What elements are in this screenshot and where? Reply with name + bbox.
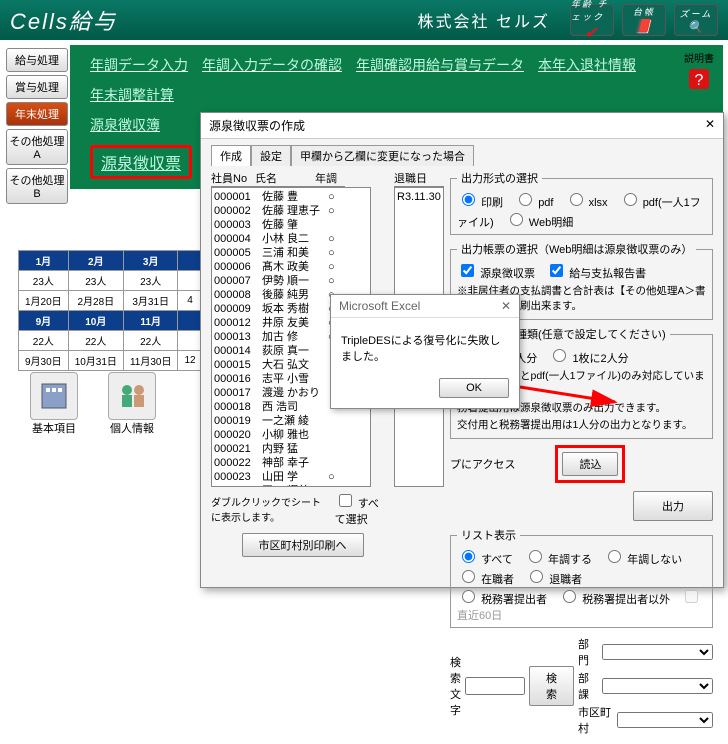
basic-items-button[interactable]: 基本項目	[30, 372, 78, 436]
link-hire-retire[interactable]: 本年入退社情報	[538, 55, 636, 75]
chk-report[interactable]: 給与支払報告書	[546, 268, 646, 280]
withholding-slip-button[interactable]: 源泉徴収票	[90, 145, 192, 179]
link-withholding-book[interactable]: 源泉徴収簿	[90, 115, 160, 135]
flt-all[interactable]: すべて	[457, 554, 513, 566]
dialog-title-text: 源泉徴収票の作成	[209, 117, 305, 134]
read-button-highlight: 読込	[555, 445, 625, 483]
msgbox-title-text: Microsoft Excel	[339, 299, 420, 313]
section-select[interactable]	[602, 678, 713, 694]
output-format-fieldset: 出力形式の選択 印刷 pdf xlsx pdf(一人1ファイル) Web明細	[450, 170, 713, 235]
chk-withholding[interactable]: 源泉徴収票	[457, 268, 535, 280]
tab-settings[interactable]: 設定	[251, 145, 291, 166]
search-button[interactable]: 検索	[529, 666, 574, 706]
opt-web[interactable]: Web明細	[505, 217, 573, 229]
employee-row[interactable]: 000019一之瀬 綾	[214, 414, 368, 428]
people-icon	[114, 378, 150, 414]
print-by-city-button[interactable]: 市区町村別印刷へ	[242, 533, 364, 557]
personal-info-button[interactable]: 個人情報	[108, 372, 156, 436]
bottom-icons: 基本項目 個人情報	[30, 372, 156, 436]
employee-row[interactable]: 000020小柳 雅也	[214, 428, 368, 442]
city-select[interactable]	[617, 712, 713, 728]
tab-create[interactable]: 作成	[211, 145, 251, 166]
opt-print[interactable]: 印刷	[457, 197, 503, 209]
calendar-table: 1月2月3月 23人23人23人 1月20日2月28日3月31日4 9月10月1…	[18, 250, 203, 371]
sidebar-item-other-a[interactable]: その他処理A	[6, 129, 68, 165]
close-icon[interactable]: ✕	[705, 117, 715, 134]
msgbox-close-icon[interactable]: ✕	[501, 299, 511, 313]
employee-row[interactable]: 000005三浦 和美○	[214, 246, 368, 260]
employee-row[interactable]: 000001佐藤 豊○	[214, 190, 368, 204]
error-msgbox: Microsoft Excel ✕ TripleDESによる復号化に失敗しました…	[330, 294, 520, 409]
zoom-button[interactable]: ズーム🔍	[674, 4, 718, 36]
ledger-button[interactable]: 台帳📕	[622, 4, 666, 36]
link-input[interactable]: 年調データ入力	[90, 55, 188, 75]
link-confirm-data[interactable]: 年調確認用給与賞与データ	[356, 55, 524, 75]
sidebar-item-yearend[interactable]: 年末処理	[6, 102, 68, 126]
search-label: 検索文字	[450, 654, 461, 718]
output-button[interactable]: 出力	[633, 491, 713, 521]
search-input[interactable]	[465, 677, 525, 695]
flt-nosubmit[interactable]: 税務署提出者以外	[558, 594, 670, 606]
flt-submit[interactable]: 税務署提出者	[457, 594, 547, 606]
sidebar-item-salary[interactable]: 給与処理	[6, 48, 68, 72]
flt-retired[interactable]: 退職者	[525, 574, 582, 586]
employee-row[interactable]: 000002佐藤 理恵子○	[214, 204, 368, 218]
dialog-titlebar: 源泉徴収票の作成 ✕	[201, 113, 723, 139]
read-button[interactable]: 読込	[562, 452, 618, 476]
app-header: Cells給与 株式会社 セルズ 年齢 チェック✔ 台帳📕 ズーム🔍	[0, 0, 728, 40]
help-icon: ?	[685, 65, 713, 93]
opt-pdf[interactable]: pdf	[514, 197, 553, 209]
app-title: Cells給与	[10, 4, 117, 36]
list-filter-fieldset: リスト表示 すべて 年調する 年調しない 在職者 退職者 税務署提出者 税務署提…	[450, 527, 713, 628]
msgbox-body-text: TripleDESによる復号化に失敗しました。	[331, 318, 519, 372]
help-button[interactable]: 説明書 ?	[684, 50, 714, 93]
link-confirm[interactable]: 年調入力データの確認	[202, 55, 342, 75]
employee-row[interactable]: 000006髙木 政美○	[214, 260, 368, 274]
employee-row[interactable]: 000004小林 良二○	[214, 232, 368, 246]
flt-adj[interactable]: 年調する	[524, 554, 592, 566]
employee-row[interactable]: 000003佐藤 肇	[214, 218, 368, 232]
building-icon	[36, 378, 72, 414]
opt-2per[interactable]: 1枚に2人分	[548, 353, 628, 365]
flt-noadj[interactable]: 年調しない	[603, 554, 682, 566]
link-calc[interactable]: 年末調整計算	[90, 85, 174, 105]
employee-row[interactable]: 000024田口 輝美○	[214, 484, 368, 487]
opt-xlsx[interactable]: xlsx	[565, 197, 608, 209]
company-name: 株式会社 セルズ	[418, 8, 550, 32]
dept-select[interactable]	[602, 644, 713, 660]
select-all-check[interactable]: すべて選択	[335, 491, 386, 527]
svg-text:?: ?	[695, 72, 704, 89]
flt-active[interactable]: 在職者	[457, 574, 514, 586]
dialog-tabs: 作成 設定 甲欄から乙欄に変更になった場合	[211, 145, 713, 166]
sidebar: 給与処理 賞与処理 年末処理 その他処理A その他処理B	[6, 48, 68, 204]
sidebar-item-bonus[interactable]: 賞与処理	[6, 75, 68, 99]
employee-row[interactable]: 000022神部 幸子	[214, 456, 368, 470]
tab-change[interactable]: 甲欄から乙欄に変更になった場合	[291, 145, 474, 166]
age-check-button[interactable]: 年齢 チェック✔	[570, 4, 614, 36]
employee-row[interactable]: 000021内野 猛	[214, 442, 368, 456]
access-text: プにアクセス	[450, 456, 515, 472]
employee-row[interactable]: 000007伊勢 順一○	[214, 274, 368, 288]
msgbox-ok-button[interactable]: OK	[439, 378, 509, 398]
employee-row[interactable]: 000023山田 学○	[214, 470, 368, 484]
sidebar-item-other-b[interactable]: その他処理B	[6, 168, 68, 204]
dblclick-hint: ダブルクリックでシートに表示します。	[211, 494, 331, 524]
